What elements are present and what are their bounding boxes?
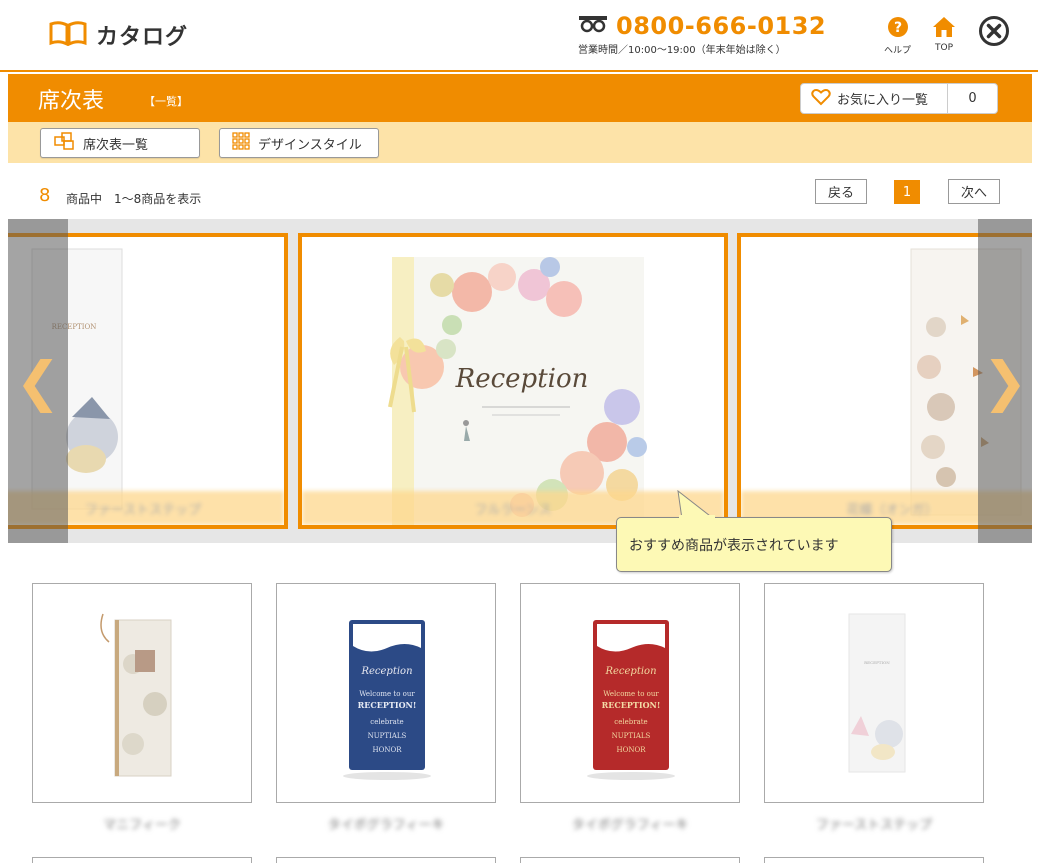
catalog-logo[interactable]: カタログ [48,19,188,51]
product-name[interactable]: マニフィーク [32,814,252,833]
svg-text:celebrate: celebrate [614,718,647,726]
open-book-icon [48,20,88,50]
svg-text:NUPTIALS: NUPTIALS [612,732,651,740]
product-card[interactable] [520,857,740,863]
home-icon [932,16,956,42]
product-name[interactable]: ファーストステップ [764,814,984,833]
product-name[interactable]: タイポグラフィーキ [276,814,496,833]
result-count: 8 [39,185,51,206]
svg-text:NUPTIALS: NUPTIALS [368,732,407,740]
site-header: カタログ 0800-666-0132 営業時間／10:00〜19:00（年末年始… [0,0,1038,72]
carousel-next-button[interactable]: ❯ [978,219,1032,543]
grid-icon [232,132,250,154]
seating-list-label: 席次表一覧 [83,137,149,153]
tooltip-pointer-joint [679,515,715,519]
cover-text: Reception [455,364,589,394]
chevron-right-icon: ❯ [982,349,1028,413]
svg-text:HONOR: HONOR [373,746,403,754]
phone-hours: 営業時間／10:00〜19:00（年末年始は除く） [578,45,786,56]
svg-text:Welcome to our: Welcome to our [359,690,415,698]
free-dial-icon [578,15,608,37]
sub-toolbar: 席次表一覧 デザインスタイル [8,122,1032,163]
top-label: TOP [934,43,953,53]
svg-text:HONOR: HONOR [617,746,647,754]
result-summary: 商品中 1〜8商品を表示 [66,192,202,206]
heart-icon [811,88,831,110]
close-button[interactable] [978,15,1010,51]
product-card[interactable]: Reception Welcome to our RECEPTION! cele… [276,583,496,803]
product-card[interactable] [764,857,984,863]
svg-text:Reception: Reception [604,666,656,677]
svg-text:Reception: Reception [360,666,412,677]
product-card[interactable] [32,857,252,863]
svg-text:RECEPTION: RECEPTION [864,660,890,665]
product-card[interactable]: RECEPTION [764,583,984,803]
close-icon [978,15,1010,51]
page-title: 席次表 [38,89,105,114]
help-label: ヘルプ [884,46,912,56]
favorites-label: お気に入り一覧 [837,93,929,108]
product-card[interactable]: Reception Welcome to our RECEPTION! cele… [520,583,740,803]
svg-text:RECEPTION!: RECEPTION! [602,700,661,710]
product-image [100,613,172,777]
product-image: Reception [388,257,647,525]
svg-text:celebrate: celebrate [370,718,403,726]
product-image: RECEPTION [848,613,906,773]
next-page-button[interactable]: 次へ [948,179,1000,204]
top-button[interactable]: TOP [932,16,956,53]
phone-block: 0800-666-0132 営業時間／10:00〜19:00（年末年始は除く） [578,12,826,56]
design-style-label: デザインスタイル [258,137,362,153]
phone-number[interactable]: 0800-666-0132 [616,12,826,40]
svg-text:Welcome to our: Welcome to our [603,690,659,698]
boxes-icon [53,131,75,155]
chevron-left-icon: ❮ [15,349,61,413]
design-style-button[interactable]: デザインスタイル [219,128,379,158]
product-card[interactable] [276,857,496,863]
current-page-button[interactable]: 1 [894,180,920,204]
svg-text:?: ? [893,20,901,36]
product-image: Reception Welcome to our RECEPTION! cele… [343,620,431,780]
favorites-count: 0 [947,84,997,113]
page-subtitle: 【一覧】 [144,95,188,108]
prev-page-button[interactable]: 戻る [815,179,867,204]
recommended-carousel: RECEPTION ファーストステップ Reception フルラーンス 花蝶（… [8,219,1032,543]
logo-text: カタログ [96,25,189,50]
product-card[interactable] [32,583,252,803]
seating-list-button[interactable]: 席次表一覧 [40,128,200,158]
page-title-bar: 席次表 【一覧】 お気に入り一覧 0 [8,74,1032,122]
carousel-prev-button[interactable]: ❮ [8,219,68,543]
help-button[interactable]: ? ヘルプ [884,16,911,56]
carousel-card[interactable]: Reception フルラーンス [298,233,728,529]
favorites-button[interactable]: お気に入り一覧 0 [800,83,998,114]
product-image: Reception Welcome to our RECEPTION! cele… [587,620,675,780]
product-name[interactable]: タイポグラフィーキ [520,814,740,833]
help-icon: ? [887,16,909,42]
svg-text:RECEPTION!: RECEPTION! [358,700,417,710]
recommendation-tooltip: おすすめ商品が表示されています [616,517,892,572]
